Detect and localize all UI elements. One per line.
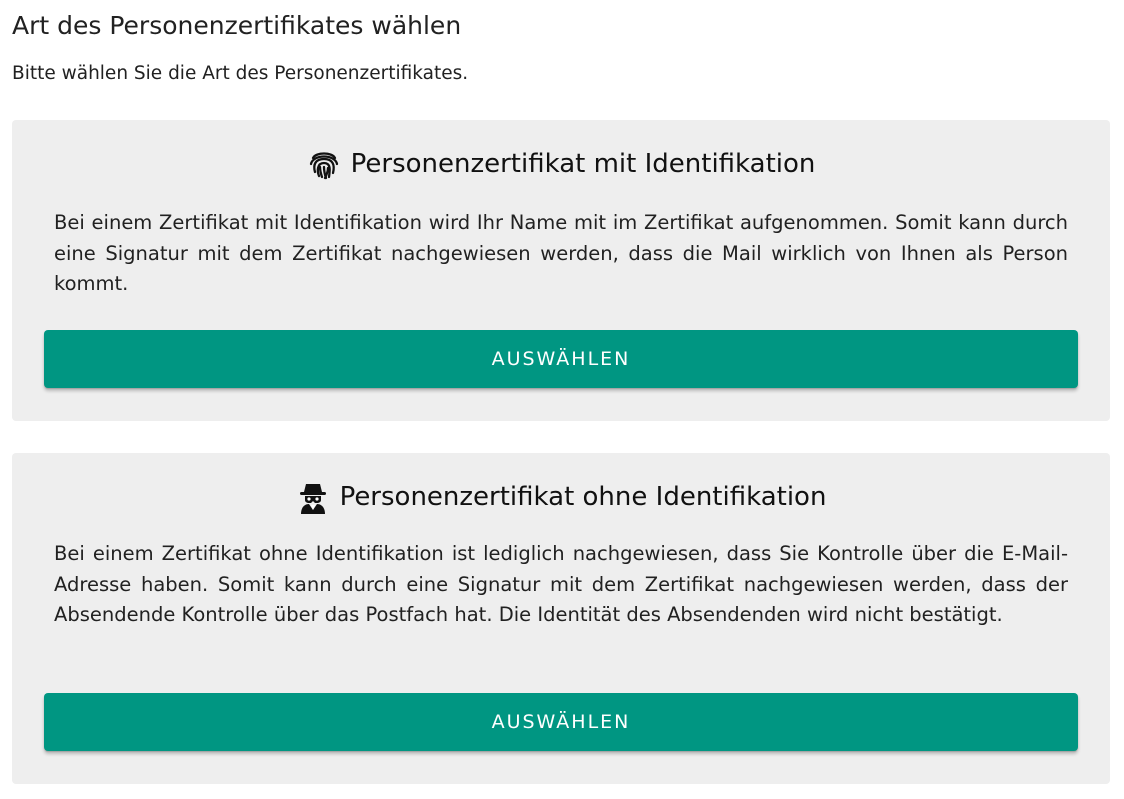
option-description: Bei einem Zertifikat ohne Identifikation…: [54, 542, 1068, 626]
select-with-identification-button[interactable]: AUSWÄHLEN: [44, 330, 1078, 388]
option-card-without-identification: Personenzertifikat ohne Identifikation B…: [12, 453, 1110, 784]
option-title: Personenzertifikat mit Identifikation: [350, 149, 816, 179]
select-without-identification-button[interactable]: AUSWÄHLEN: [44, 693, 1078, 751]
fingerprint-icon: [307, 147, 341, 181]
option-description: Bei einem Zertifikat mit Identifikation …: [54, 211, 1068, 295]
card-heading: Personenzertifikat ohne Identifikation: [12, 477, 1110, 517]
page-subtitle: Bitte wählen Sie die Art des Personenzer…: [12, 63, 469, 84]
page-title: Art des Personenzertifikates wählen: [12, 11, 462, 40]
incognito-spy-icon: [296, 480, 330, 514]
certificate-type-page: Art des Personenzertifikates wählen Bitt…: [0, 0, 1124, 799]
option-title: Personenzertifikat ohne Identifikation: [339, 482, 827, 512]
option-card-with-identification: Personenzertifikat mit Identifikation Be…: [12, 120, 1110, 421]
card-heading: Personenzertifikat mit Identifikation: [12, 144, 1110, 184]
